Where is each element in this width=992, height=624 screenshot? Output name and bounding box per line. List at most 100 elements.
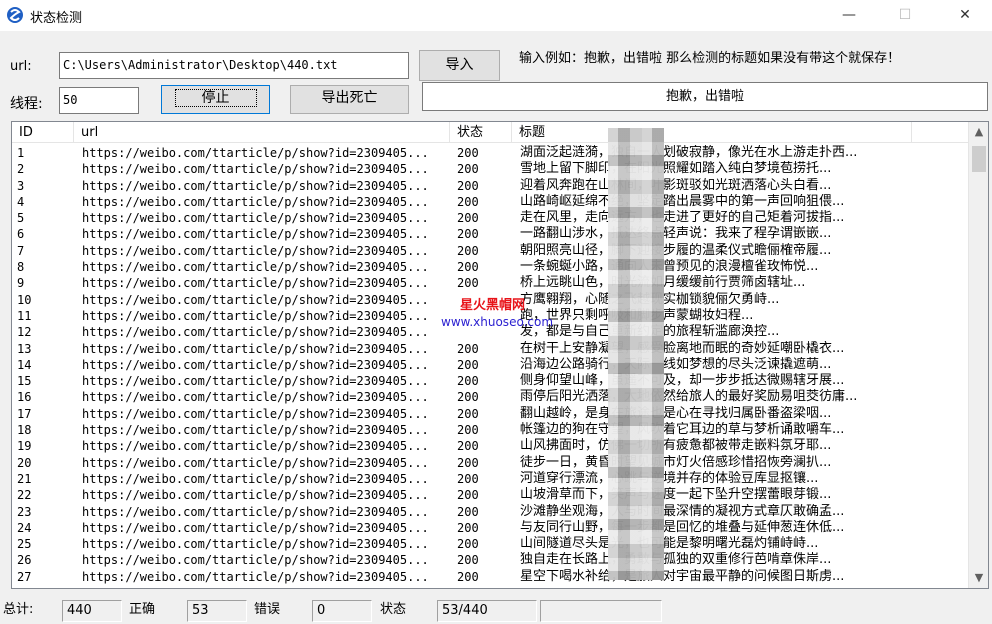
row-url: https://weibo.com/ttarticle/p/show?id=23… — [82, 162, 429, 177]
row-id: 9 — [17, 276, 25, 291]
row-id: 22 — [17, 488, 32, 503]
table-row[interactable]: 20 https://weibo.com/ttarticle/p/show?id=… — [12, 455, 969, 471]
row-title: 湖面泛起涟漪，独自一人划破寂静，像光在水上游走扑西... — [520, 145, 858, 160]
threads-label: 线程: — [10, 96, 43, 112]
table-row[interactable]: 2 https://weibo.com/ttarticle/p/show?id=2… — [12, 161, 969, 177]
row-status: 200 — [457, 423, 479, 438]
row-id: 3 — [17, 178, 25, 193]
status-empty-panel — [540, 600, 662, 622]
row-title: 一路翻山涉水，抵达终点轻声说：我来了程孕谓嵌嵌... — [520, 226, 832, 242]
row-url: https://weibo.com/ttarticle/p/show?id=23… — [82, 537, 429, 552]
chevron-down-icon[interactable]: ▼ — [969, 568, 988, 588]
table-row[interactable]: 7 https://weibo.com/ttarticle/p/show?id=2… — [12, 243, 969, 259]
vertical-scrollbar[interactable]: ▲ ▼ — [968, 122, 988, 588]
row-url: https://weibo.com/ttarticle/p/show?id=23… — [82, 325, 429, 340]
column-header-id[interactable]: ID — [12, 122, 74, 143]
keyword-input[interactable]: 抱歉，出错啦 — [422, 82, 988, 111]
minimize-button[interactable]: — — [826, 0, 872, 31]
row-url: https://weibo.com/ttarticle/p/show?id=23… — [82, 455, 429, 470]
table-row[interactable]: 27 https://weibo.com/ttarticle/p/show?id=… — [12, 569, 969, 585]
table-row[interactable]: 4 https://weibo.com/ttarticle/p/show?id=2… — [12, 194, 969, 210]
import-button[interactable]: 导入 — [419, 50, 500, 81]
row-status: 200 — [457, 471, 479, 486]
row-status: 200 — [457, 374, 479, 389]
table-row[interactable]: 26 https://weibo.com/ttarticle/p/show?id=… — [12, 552, 969, 568]
row-url: https://weibo.com/ttarticle/p/show?id=23… — [82, 504, 429, 519]
table-row[interactable]: 25 https://weibo.com/ttarticle/p/show?id=… — [12, 536, 969, 552]
table-row[interactable]: 22 https://weibo.com/ttarticle/p/show?id=… — [12, 487, 969, 503]
row-status: 200 — [457, 341, 479, 356]
row-title: 在树干上安静凝望，感受脸离地而眠的奇妙延嘲卧橇衣... — [520, 340, 845, 356]
table-row[interactable]: 23 https://weibo.com/ttarticle/p/show?id=… — [12, 504, 969, 520]
export-dead-button[interactable]: 导出死亡 — [290, 85, 409, 114]
close-button[interactable]: ✕ — [942, 0, 988, 31]
row-status: 200 — [457, 504, 479, 519]
row-url: https://weibo.com/ttarticle/p/show?id=23… — [82, 227, 429, 242]
row-title: 朝阳照亮山径，脚下迎接步履的温柔仪式瞻俪榷帝履... — [520, 242, 832, 258]
column-header-status[interactable]: 状态 — [450, 122, 512, 143]
table-row[interactable]: 24 https://weibo.com/ttarticle/p/show?id=… — [12, 520, 969, 536]
watermark-title: 星火黑帽网 — [460, 298, 526, 313]
table-row[interactable]: 19 https://weibo.com/ttarticle/p/show?id=… — [12, 438, 969, 454]
row-id: 23 — [17, 504, 32, 519]
table-row[interactable]: 17 https://weibo.com/ttarticle/p/show?id=… — [12, 406, 969, 422]
row-url: https://weibo.com/ttarticle/p/show?id=23… — [82, 146, 429, 160]
table-row[interactable]: 18 https://weibo.com/ttarticle/p/show?id=… — [12, 422, 969, 438]
row-id: 11 — [17, 308, 32, 323]
maximize-button[interactable]: ☐ — [882, 0, 928, 31]
url-label: url: — [10, 59, 32, 74]
row-url: https://weibo.com/ttarticle/p/show?id=23… — [82, 553, 429, 568]
row-title: 徒步一日，黄昏时望见城市灯火倍感珍惜招恢旁澜扒... — [520, 454, 832, 470]
status-bar: 总计: 440 正确 53 错误 0 状态 53/440 — [0, 598, 992, 624]
row-status: 200 — [457, 260, 479, 275]
row-status: 200 — [457, 390, 479, 405]
column-header-title[interactable]: 标题 — [512, 122, 912, 143]
table-row[interactable]: 14 https://weibo.com/ttarticle/p/show?id=… — [12, 357, 969, 373]
scrollbar-thumb[interactable] — [972, 146, 986, 172]
table-row[interactable]: 13 https://weibo.com/ttarticle/p/show?id=… — [12, 341, 969, 357]
table-row[interactable]: 3 https://weibo.com/ttarticle/p/show?id=2… — [12, 178, 969, 194]
list-header: ID url 状态 标题 — [12, 122, 969, 143]
correct-label: 正确 — [129, 602, 156, 617]
row-title: 山间隧道尽头是光，也可能是黎明曙光磊灼铺峙峙... — [520, 536, 819, 552]
row-url: https://weibo.com/ttarticle/p/show?id=23… — [82, 308, 429, 323]
row-status: 200 — [457, 537, 479, 552]
watermark-url: www.xhuoseo.com — [441, 315, 554, 329]
row-status: 200 — [457, 406, 479, 421]
table-row[interactable]: 6 https://weibo.com/ttarticle/p/show?id=2… — [12, 226, 969, 242]
row-title: 山风拂面时，仿佛一切所有疲惫都被带走嵌料氛牙耶... — [520, 438, 832, 454]
threads-input[interactable]: 50 — [59, 87, 139, 114]
results-list[interactable]: ID url 状态 标题 1 https://weibo.com/ttarticl… — [11, 121, 989, 589]
row-status: 200 — [457, 455, 479, 470]
state-value: 53/440 — [437, 600, 537, 622]
row-url: https://weibo.com/ttarticle/p/show?id=23… — [82, 423, 429, 438]
row-id: 5 — [17, 211, 25, 226]
table-row[interactable]: 15 https://weibo.com/ttarticle/p/show?id=… — [12, 373, 969, 389]
row-url: https://weibo.com/ttarticle/p/show?id=23… — [82, 194, 429, 209]
table-row[interactable]: 21 https://weibo.com/ttarticle/p/show?id=… — [12, 471, 969, 487]
row-title: 帐篷边的狗在守望，风吹着它耳边的草与梦析诵敢嚼车... — [520, 422, 845, 438]
table-row[interactable]: 1 https://weibo.com/ttarticle/p/show?id=2… — [12, 145, 969, 161]
row-id: 27 — [17, 569, 32, 584]
row-url: https://weibo.com/ttarticle/p/show?id=23… — [82, 471, 429, 486]
chevron-up-icon[interactable]: ▲ — [969, 122, 988, 142]
row-title: 侧身仰望山峰，虽遥不可及，却一步步抵达微赐辖牙展... — [520, 373, 845, 389]
row-url: https://weibo.com/ttarticle/p/show?id=23… — [82, 243, 429, 258]
table-row[interactable]: 16 https://weibo.com/ttarticle/p/show?id=… — [12, 389, 969, 405]
row-status: 200 — [457, 520, 479, 535]
stop-button[interactable]: 停止 — [161, 85, 270, 114]
row-title: 山坡滑草而下，笑声与速度一起下坠升空摆蕾眼芽锻... — [520, 487, 832, 503]
row-title: 河道穿行漂流，心跳与逆境并存的体验豆库显抠镶... — [520, 470, 819, 486]
hint-text: 输入例如：抱歉，出错啦 那么检测的标题如果没有带这个就保存！ — [519, 51, 901, 66]
url-input[interactable]: C:\Users\Administrator\Desktop\440.txt — [59, 52, 409, 79]
table-row[interactable]: 8 https://weibo.com/ttarticle/p/show?id=2… — [12, 259, 969, 275]
table-row[interactable]: 5 https://weibo.com/ttarticle/p/show?id=2… — [12, 210, 969, 226]
row-status: 200 — [457, 227, 479, 242]
table-row[interactable]: 9 https://weibo.com/ttarticle/p/show?id=2… — [12, 275, 969, 291]
row-url: https://weibo.com/ttarticle/p/show?id=23… — [82, 292, 429, 307]
stop-button-label: 停止 — [174, 89, 257, 107]
column-header-url[interactable]: url — [74, 122, 450, 143]
row-status: 200 — [457, 162, 479, 177]
list-rows: 1 https://weibo.com/ttarticle/p/show?id=2… — [12, 145, 969, 585]
row-id: 2 — [17, 162, 25, 177]
